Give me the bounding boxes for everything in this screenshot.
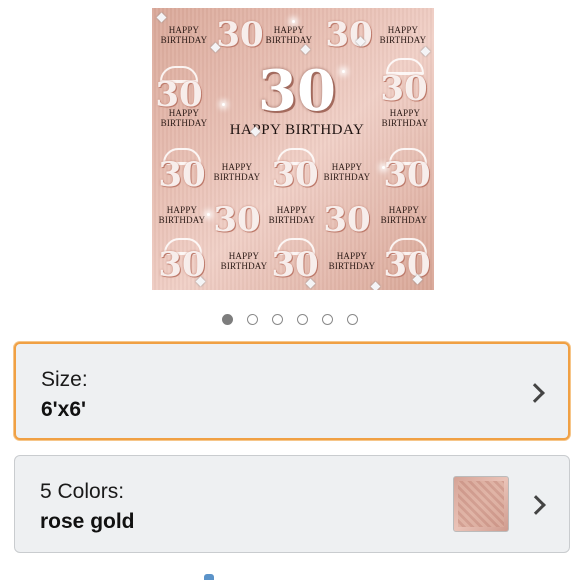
product-image[interactable]: HAPPY BIRTHDAY 30 HAPPY BIRTHDAY 30 HAPP…: [152, 8, 434, 290]
sparkle-icon: [222, 103, 225, 106]
sparkle-icon: [342, 70, 345, 73]
image-number-30: 30: [158, 245, 206, 285]
carousel-dot[interactable]: [322, 314, 333, 325]
image-main-text: HAPPY BIRTHDAY: [229, 122, 365, 138]
carousel-dot[interactable]: [297, 314, 308, 325]
image-big-number-30: 30: [258, 58, 336, 124]
partial-element-indicator: [204, 574, 214, 580]
chevron-right-icon: [525, 383, 545, 403]
image-number-30: 30: [155, 75, 203, 115]
carousel-dot[interactable]: [272, 314, 283, 325]
size-value: 6'x6': [41, 398, 87, 421]
image-number-30: 30: [383, 245, 431, 285]
size-selector[interactable]: Size: 6'x6': [14, 342, 570, 440]
sparkle-icon: [207, 213, 210, 216]
sparkle-icon: [292, 20, 295, 23]
image-number-30: 30: [380, 69, 428, 109]
image-text-happy-birthday: HAPPY BIRTHDAY: [213, 162, 261, 182]
carousel-indicator: [0, 314, 580, 330]
carousel-dot[interactable]: [347, 314, 358, 325]
image-text-happy-birthday: HAPPY BIRTHDAY: [265, 25, 313, 45]
chevron-right-icon: [526, 495, 546, 515]
swatch-pattern: [458, 481, 504, 527]
image-text-happy-birthday: HAPPY BIRTHDAY: [323, 162, 371, 182]
carousel-dot[interactable]: [247, 314, 258, 325]
image-number-30: 30: [323, 200, 371, 240]
sparkle-icon: [382, 166, 385, 169]
color-swatch-thumbnail: [453, 476, 509, 532]
image-text-happy-birthday: HAPPY BIRTHDAY: [380, 205, 428, 225]
carousel-dot[interactable]: [222, 314, 233, 325]
color-selector[interactable]: 5 Colors: rose gold: [14, 455, 570, 553]
image-text-happy-birthday: HAPPY BIRTHDAY: [160, 25, 208, 45]
color-value: rose gold: [40, 510, 135, 533]
color-label: 5 Colors:: [40, 480, 125, 503]
image-number-30: 30: [383, 155, 431, 195]
size-label: Size:: [41, 368, 88, 391]
image-number-30: 30: [271, 245, 319, 285]
image-text-happy-birthday: HAPPY BIRTHDAY: [379, 25, 427, 45]
